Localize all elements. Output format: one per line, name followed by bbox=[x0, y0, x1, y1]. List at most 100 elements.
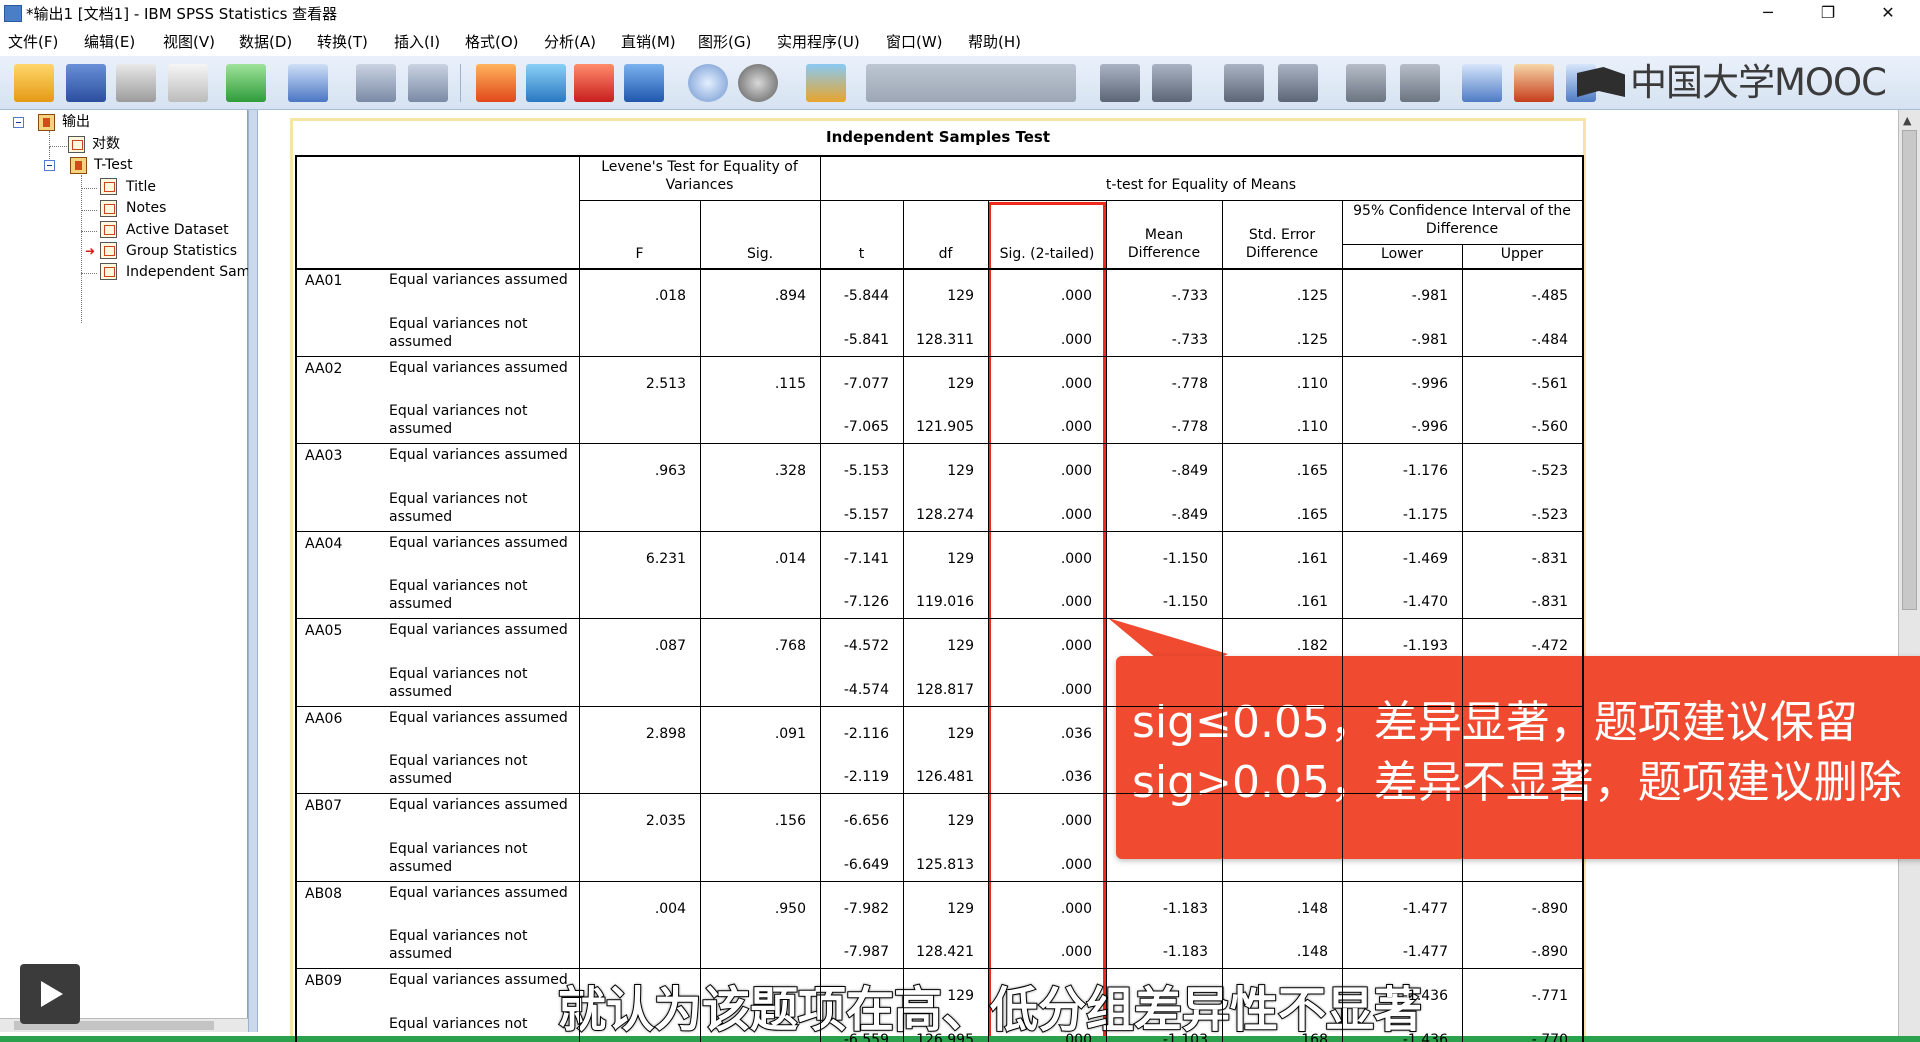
expand-icon[interactable] bbox=[1224, 64, 1264, 102]
close-button[interactable]: ✕ bbox=[1860, 0, 1916, 28]
redo-icon[interactable] bbox=[408, 64, 448, 102]
scroll-up-arrow-icon[interactable]: ▲ bbox=[1903, 114, 1911, 127]
play-button[interactable] bbox=[20, 964, 80, 1024]
cell-t: -4.572 bbox=[843, 638, 889, 654]
cell-se: .148 bbox=[1296, 900, 1328, 917]
cell-md: -.849 bbox=[1171, 463, 1208, 479]
cell-df: 129 bbox=[947, 463, 974, 479]
row-divider-6 bbox=[295, 793, 1582, 794]
row-variance-label: Equal variances not assumed bbox=[389, 840, 528, 875]
restore-button[interactable]: ❐ bbox=[1800, 0, 1856, 28]
tree-item-title[interactable]: Title bbox=[126, 177, 156, 197]
annotation-callout: sig≤0.05，差异显著，题项建议保留 sig>0.05，差异不显著，题项建议… bbox=[1116, 656, 1920, 859]
menu-view[interactable]: 视图(V) bbox=[163, 28, 215, 56]
export-icon[interactable] bbox=[226, 64, 266, 102]
row-item-label: AA02 bbox=[305, 360, 343, 377]
menu-data[interactable]: 数据(D) bbox=[239, 28, 292, 56]
current-item-arrow-icon: ➜ bbox=[85, 244, 96, 258]
cell-se: .168 bbox=[1296, 1031, 1328, 1042]
menu-edit[interactable]: 编辑(E) bbox=[84, 28, 135, 56]
cell-sig2: .000 bbox=[1060, 375, 1092, 392]
levene-header: Levene's Test for Equality of Variances bbox=[601, 159, 798, 193]
menu-insert[interactable]: 插入(I) bbox=[394, 28, 440, 56]
cell-t: -5.841 bbox=[843, 331, 889, 348]
menu-graphs[interactable]: 图形(G) bbox=[698, 28, 751, 56]
use-sets-icon[interactable] bbox=[688, 64, 728, 102]
tree-item-output[interactable]: 输出 bbox=[62, 112, 90, 132]
tree-item-independent-samples[interactable]: Independent Sam bbox=[126, 262, 250, 282]
tree-item-group-statistics[interactable]: Group Statistics bbox=[126, 241, 237, 261]
menu-help[interactable]: 帮助(H) bbox=[968, 28, 1021, 56]
cell-F: .087 bbox=[654, 638, 686, 654]
cell-md: -.733 bbox=[1171, 288, 1208, 304]
menu-direct-marketing[interactable]: 直销(M) bbox=[621, 28, 676, 56]
cell-sig2: .036 bbox=[1060, 769, 1092, 786]
previous-icon[interactable] bbox=[1100, 64, 1140, 102]
insert-title-icon[interactable] bbox=[1514, 64, 1554, 102]
goto-case-icon[interactable] bbox=[526, 64, 566, 102]
cell-sig: .014 bbox=[774, 550, 806, 567]
open-folder-icon[interactable] bbox=[14, 64, 54, 102]
scroll-thumb[interactable] bbox=[1902, 130, 1917, 610]
row-variance-label: Equal variances assumed bbox=[389, 972, 568, 988]
title-icon bbox=[100, 178, 117, 195]
goto-variable-icon[interactable] bbox=[574, 64, 614, 102]
goto-data-icon[interactable] bbox=[476, 64, 516, 102]
show-all-variables-icon[interactable] bbox=[738, 64, 778, 102]
menu-analyze[interactable]: 分析(A) bbox=[544, 28, 596, 56]
cell-lower: -1.176 bbox=[1402, 463, 1448, 479]
window-title: *输出1 [文档1] - IBM SPSS Statistics 查看器 bbox=[26, 5, 338, 23]
menu-utilities[interactable]: 实用程序(U) bbox=[777, 28, 860, 56]
save-icon[interactable] bbox=[66, 64, 106, 102]
spell-check-icon[interactable] bbox=[806, 64, 846, 102]
tree-item-ttest[interactable]: T-Test bbox=[94, 155, 133, 175]
menu-bar: 文件(F) 编辑(E) 视图(V) 数据(D) 转换(T) 插入(I) 格式(O… bbox=[0, 28, 1920, 56]
row-variance-label: Equal variances not assumed bbox=[389, 490, 528, 525]
row-item-label: AA06 bbox=[305, 710, 343, 727]
tree-item-notes[interactable]: Notes bbox=[126, 198, 166, 218]
toolbar: 中国大学MOOC bbox=[0, 56, 1920, 110]
hide-icon[interactable] bbox=[1400, 64, 1440, 102]
undo-icon[interactable] bbox=[356, 64, 396, 102]
cell-df: 121.905 bbox=[916, 419, 974, 436]
cell-df: 125.813 bbox=[916, 856, 974, 873]
cell-se: .148 bbox=[1296, 944, 1328, 961]
minimize-button[interactable]: ─ bbox=[1740, 0, 1796, 28]
menu-transform[interactable]: 转换(T) bbox=[317, 28, 368, 56]
recall-dialog-icon[interactable] bbox=[288, 64, 328, 102]
cell-lower: -.981 bbox=[1411, 331, 1448, 348]
row-variance-label: Equal variances assumed bbox=[389, 447, 568, 463]
row-divider-2 bbox=[295, 443, 1582, 444]
column-header-4: Sig. (2-tailed) bbox=[999, 246, 1095, 262]
cell-df: 126.481 bbox=[916, 769, 974, 786]
row-divider-3 bbox=[295, 530, 1582, 532]
variables-icon[interactable] bbox=[624, 64, 664, 102]
cell-t: -7.077 bbox=[843, 375, 889, 392]
cell-upper: -.472 bbox=[1531, 638, 1568, 654]
row-variance-label: Equal variances not assumed bbox=[389, 578, 528, 613]
menu-format[interactable]: 格式(O) bbox=[465, 28, 519, 56]
tree-item-active-dataset[interactable]: Active Dataset bbox=[126, 220, 229, 240]
menu-window[interactable]: 窗口(W) bbox=[886, 28, 943, 56]
table-right-border bbox=[1582, 155, 1584, 1042]
cell-se: .182 bbox=[1296, 638, 1328, 654]
collapse-toggle-ttest[interactable] bbox=[44, 160, 55, 171]
print-icon[interactable] bbox=[116, 64, 156, 102]
collapse-toggle-root[interactable] bbox=[13, 117, 24, 128]
cell-se: .125 bbox=[1296, 288, 1328, 304]
ttest-header: t-test for Equality of Means bbox=[1105, 177, 1297, 193]
menu-file[interactable]: 文件(F) bbox=[8, 28, 58, 56]
cell-lower: -1.477 bbox=[1402, 944, 1448, 961]
next-icon[interactable] bbox=[1152, 64, 1192, 102]
callout-line-1: sig≤0.05，差异显著，题项建议保留 bbox=[1132, 697, 1858, 748]
cell-sig: .091 bbox=[774, 725, 806, 742]
cell-sig2: .000 bbox=[1060, 288, 1092, 304]
content-vertical-scrollbar[interactable]: ▲ bbox=[1898, 110, 1920, 1042]
cell-lower: -1.436 bbox=[1402, 1031, 1448, 1042]
pane-splitter[interactable] bbox=[248, 110, 258, 1032]
collapse-icon[interactable] bbox=[1278, 64, 1318, 102]
insert-heading-icon[interactable] bbox=[1462, 64, 1502, 102]
print-preview-icon[interactable] bbox=[168, 64, 208, 102]
tree-item-log[interactable]: 对数 bbox=[92, 134, 120, 154]
show-icon[interactable] bbox=[1346, 64, 1386, 102]
